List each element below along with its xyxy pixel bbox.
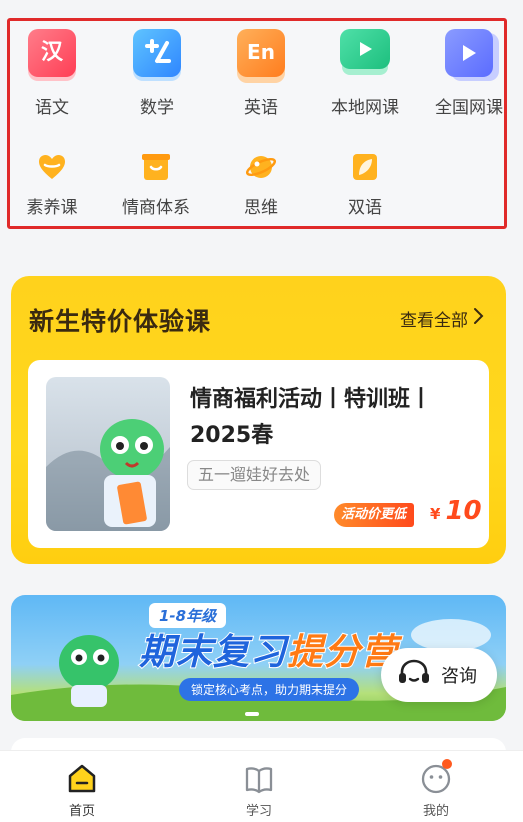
tab-label: 我的	[422, 804, 449, 819]
consult-button[interactable]: 咨询	[381, 648, 497, 702]
category-label: 情商体系	[122, 198, 190, 218]
category-national-online[interactable]: 全国网课	[419, 29, 519, 118]
planet-icon	[245, 151, 277, 183]
carousel-indicator	[245, 712, 259, 716]
banner-headline: 期末复习提分营	[138, 623, 398, 675]
category-label: 数学	[140, 98, 174, 118]
tab-home[interactable]: 首页	[42, 763, 122, 819]
leaf-icon	[349, 151, 381, 183]
view-all-link[interactable]: 查看全部	[400, 306, 484, 331]
category-literacy[interactable]: 素养课	[2, 151, 102, 218]
tab-mine[interactable]: 我的	[396, 759, 476, 819]
home-icon	[42, 763, 122, 795]
price-value: 10	[445, 496, 482, 526]
course-price: ¥10	[430, 496, 482, 526]
category-english[interactable]: En 英语	[211, 29, 311, 118]
category-label: 语文	[35, 98, 69, 118]
category-label: 素养课	[26, 198, 78, 218]
tab-study[interactable]: 学习	[219, 763, 299, 819]
category-thinking[interactable]: 思维	[211, 151, 311, 218]
headset-icon	[397, 658, 431, 693]
english-icon: En	[237, 29, 285, 77]
price-badge: 活动价更低	[334, 503, 415, 527]
category-label: 全国网课	[435, 98, 503, 118]
category-label: 思维	[244, 198, 278, 218]
consult-label: 咨询	[441, 666, 477, 687]
view-all-label: 查看全部	[400, 311, 468, 331]
bottom-tab-bar: 首页 学习 我的	[0, 750, 523, 822]
section-title: 新生特价体验课	[29, 307, 212, 336]
book-icon	[219, 763, 299, 795]
math-icon	[133, 29, 181, 77]
heart-icon	[36, 151, 68, 183]
category-math[interactable]: 数学	[107, 29, 207, 118]
category-label: 本地网课	[331, 98, 399, 118]
notification-dot	[442, 759, 452, 769]
category-eq-system[interactable]: 情商体系	[106, 151, 206, 218]
category-grid: 汉 语文 数学 En 英语 本地网课 全国网课 素养课 情商体系 思维 双语	[7, 18, 507, 229]
banner-headline-a: 期末复习	[138, 631, 288, 674]
course-card[interactable]: 情商福利活动丨特训班丨2025春 五一遛娃好去处 活动价更低 ¥10	[28, 360, 489, 548]
category-label: 双语	[348, 198, 382, 218]
chevron-right-icon	[472, 307, 484, 330]
app-page: 汉 语文 数学 En 英语 本地网课 全国网课 素养课 情商体系 思维 双语 新…	[0, 0, 523, 822]
category-chinese[interactable]: 汉 语文	[2, 29, 102, 118]
banner-subtitle: 锁定核心考点，助力期末提分	[179, 678, 360, 701]
local-video-icon	[340, 29, 390, 69]
national-video-icon	[445, 29, 493, 77]
chinese-icon: 汉	[28, 29, 76, 77]
trial-course-section: 新生特价体验课 查看全部 情商福利活动丨特训班丨2025春 五一遛娃好去处 活动…	[11, 276, 506, 564]
category-local-online[interactable]: 本地网课	[315, 29, 415, 118]
tab-label: 学习	[245, 804, 272, 819]
course-title: 情商福利活动丨特训班丨2025春	[190, 387, 433, 448]
course-tag: 五一遛娃好去处	[187, 460, 322, 490]
profile-icon	[396, 759, 476, 795]
box-icon	[140, 151, 172, 183]
currency-symbol: ¥	[430, 505, 441, 523]
category-label: 英语	[244, 98, 278, 118]
tab-label: 首页	[68, 804, 95, 819]
course-thumbnail	[46, 377, 170, 531]
category-bilingual[interactable]: 双语	[315, 151, 415, 218]
